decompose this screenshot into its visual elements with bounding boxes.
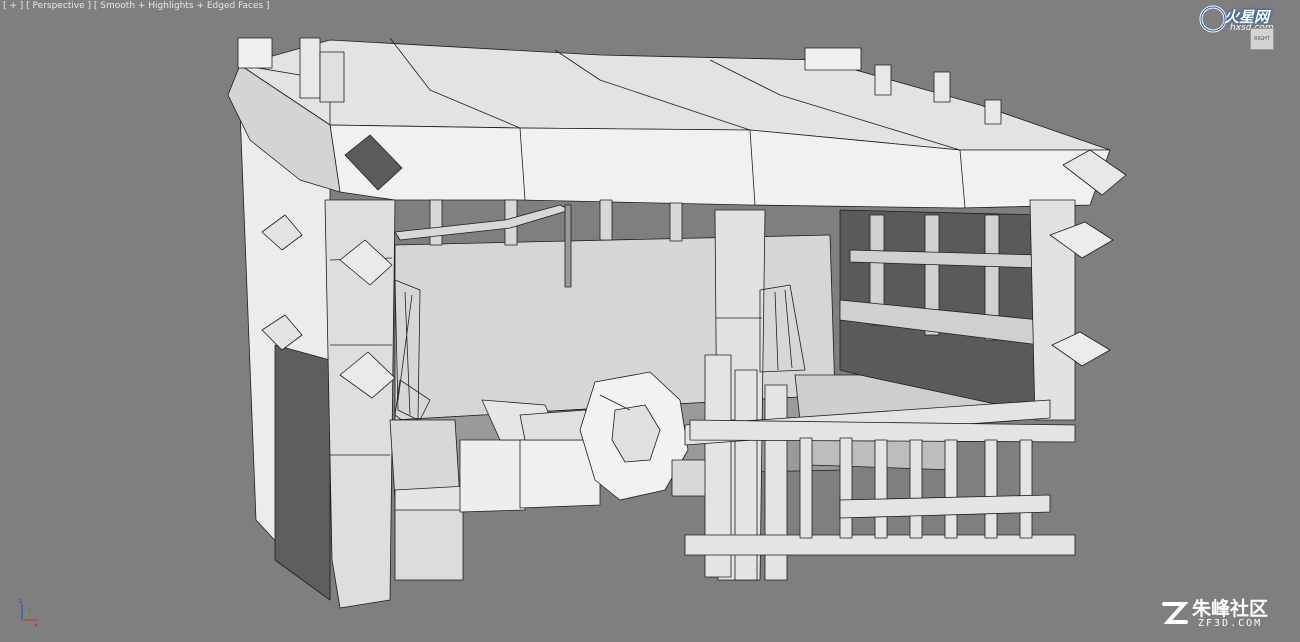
hanging-rod (564, 204, 572, 288)
viewcube-face-label: RIGHT (1254, 36, 1270, 42)
axis-z-label: z (19, 598, 22, 605)
viewport-perspective[interactable]: [ + ] [ Perspective ] [ Smooth + Highlig… (0, 0, 1300, 642)
zf3d-watermark-en: ZF3D.COM (1198, 618, 1263, 629)
zf3d-logo-icon (1162, 602, 1189, 624)
axis-y-label: y (28, 607, 32, 614)
zf3d-watermark: 朱峰社区 ZF3D.COM (1160, 594, 1290, 634)
box-center (459, 439, 526, 513)
hxsd-logo: 火星网 hxsd.com (1198, 2, 1288, 54)
axis-x-label: x (34, 622, 38, 628)
left-wall-lower (274, 344, 331, 601)
scene-render[interactable] (0, 0, 1300, 642)
zf3d-watermark-cn: 朱峰社区 (1192, 598, 1269, 620)
roof-rafters (394, 199, 683, 246)
viewcube[interactable]: RIGHT (1250, 28, 1274, 50)
axis-tripod-icon: x y z (19, 598, 38, 628)
roof-chimney-right (804, 47, 862, 71)
bench-left-base (394, 509, 464, 581)
roof-chimney-left (237, 37, 273, 69)
